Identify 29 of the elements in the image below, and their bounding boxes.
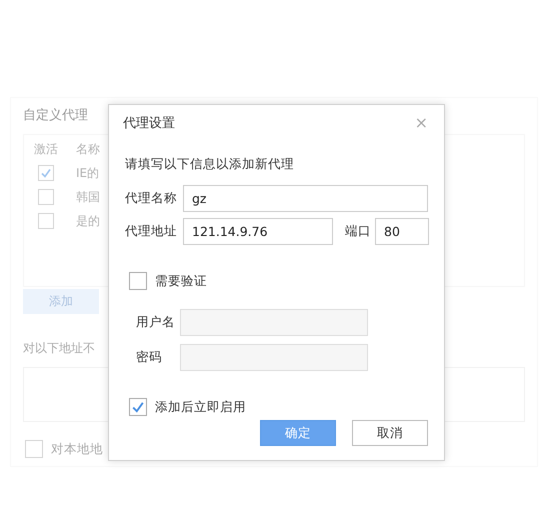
column-header: 名称 [76,140,100,158]
cancel-button[interactable]: 取消 [352,420,428,446]
checkbox[interactable] [129,272,147,290]
field-label: 端口 [345,223,372,240]
address-field[interactable]: 121.14.9.76 [183,218,333,245]
checkbox-label: 添加后立即启用 [155,398,246,416]
table-cell: 是的 [76,212,100,230]
checkbox-label: 需要验证 [155,272,207,290]
checkbox[interactable] [38,189,54,205]
checkbox[interactable] [25,440,43,458]
name-field[interactable]: gz [183,185,428,212]
panel-title: 自定义代理 [23,107,88,124]
table-cell: 韩国 [76,188,100,206]
field-label: 代理地址 [125,223,178,240]
field-label: 用户名 [136,314,176,331]
checkbox[interactable] [129,398,147,416]
column-header: 激活 [34,140,58,158]
checkbox-label: 对本地地 [51,440,103,458]
checkbox[interactable] [38,213,54,229]
port-field[interactable]: 80 [375,218,429,245]
field-label: 代理名称 [125,190,178,207]
checkmark-icon [41,168,51,178]
intro-text: 请填写以下信息以添加新代理 [125,156,295,173]
checkmark-icon [132,401,144,413]
field-label: 密码 [136,349,163,366]
bypass-label: 对以下地址不 [23,340,95,358]
dialog-title: 代理设置 [123,115,175,132]
checkbox[interactable] [38,165,54,181]
table-cell: IE的 [76,164,100,182]
